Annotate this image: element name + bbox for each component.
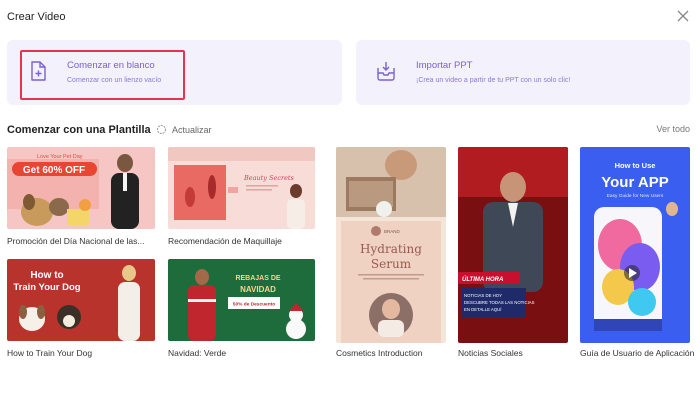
cosmetics-headline1: Hydrating: [360, 242, 422, 256]
pet-day-subtitle: Love Your Pet Day: [37, 154, 83, 160]
news-line3: EN DETALLE AQUÍ: [464, 307, 502, 312]
refresh-label: Actualizar: [172, 124, 212, 135]
template-thumbnail-cosmetics[interactable]: BRAND Hydrating Serum: [336, 147, 446, 343]
dog-training-line1: How to: [30, 270, 63, 281]
app-guide-line1: How to Use: [615, 161, 656, 170]
templates-section-title: Comenzar con una Plantilla: [7, 124, 151, 136]
template-thumbnail-pet-day[interactable]: Love Your Pet Day Get 60% OFF: [7, 147, 155, 229]
template-caption: How to Train Your Dog: [7, 348, 93, 358]
app-guide-headline: Your APP: [601, 174, 669, 191]
news-line2: DESCUBRE TODAS LAS NOTICIAS: [464, 300, 535, 305]
template-caption: Cosmetics Introduction: [336, 348, 423, 358]
start-blank-subtitle: Comenzar con un lienzo vacío: [67, 77, 162, 84]
template-caption: Recomendación de Maquillaje: [168, 236, 282, 246]
import-ppt-subtitle: ¡Crea un video a partir de tu PPT con un…: [416, 77, 571, 84]
christmas-discount: 50% de Descuento: [233, 302, 275, 308]
cosmetics-headline2: Serum: [371, 257, 412, 271]
import-ppt-card[interactable]: Importar PPT ¡Crea un video a partir de …: [356, 40, 690, 105]
news-line1: NOTICIAS DE HOY: [464, 293, 502, 298]
news-breaking-label: ÚLTIMA HORA: [462, 276, 503, 283]
template-caption: Navidad: Verde: [168, 348, 227, 358]
template-caption: Promoción del Día Nacional de las...: [7, 236, 145, 246]
close-icon[interactable]: [676, 9, 690, 23]
refresh-button[interactable]: Actualizar: [156, 124, 212, 135]
template-thumbnail-news[interactable]: ÚLTIMA HORA NOTICIAS DE HOY DESCUBRE TOD…: [458, 147, 568, 343]
christmas-line1: REBAJAS DE: [235, 275, 280, 282]
template-caption: Noticias Sociales: [458, 348, 523, 358]
dog-training-line2: Train Your Dog: [13, 282, 80, 293]
christmas-line2: NAVIDAD: [240, 285, 276, 294]
template-thumbnail-app-guide[interactable]: How to Use Your APP Easy Guide for New U…: [580, 147, 690, 343]
template-caption: Guía de Usuario de Aplicación: [580, 348, 695, 358]
cosmetics-brand: BRAND: [384, 229, 401, 234]
makeup-headline: Beauty Secrets: [243, 174, 295, 182]
template-thumbnail-dog-training[interactable]: How to Train Your Dog: [7, 259, 155, 341]
start-blank-card[interactable]: Comenzar en blanco Comenzar con un lienz…: [7, 40, 342, 105]
dialog-header: Crear Video: [0, 0, 700, 36]
new-file-icon: [31, 61, 46, 81]
see-all-link[interactable]: Ver todo: [656, 124, 690, 134]
refresh-icon: [157, 125, 166, 134]
template-thumbnail-makeup[interactable]: Beauty Secrets: [168, 147, 315, 229]
dialog-title: Crear Video: [7, 11, 66, 23]
app-guide-subtitle: Easy Guide for New Users: [607, 193, 664, 199]
template-thumbnail-christmas[interactable]: REBAJAS DE NAVIDAD 50% de Descuento: [168, 259, 315, 341]
import-icon: [377, 62, 395, 81]
start-blank-title: Comenzar en blanco: [67, 60, 155, 71]
pet-day-headline: Get 60% OFF: [23, 165, 85, 176]
import-ppt-title: Importar PPT: [416, 60, 473, 71]
